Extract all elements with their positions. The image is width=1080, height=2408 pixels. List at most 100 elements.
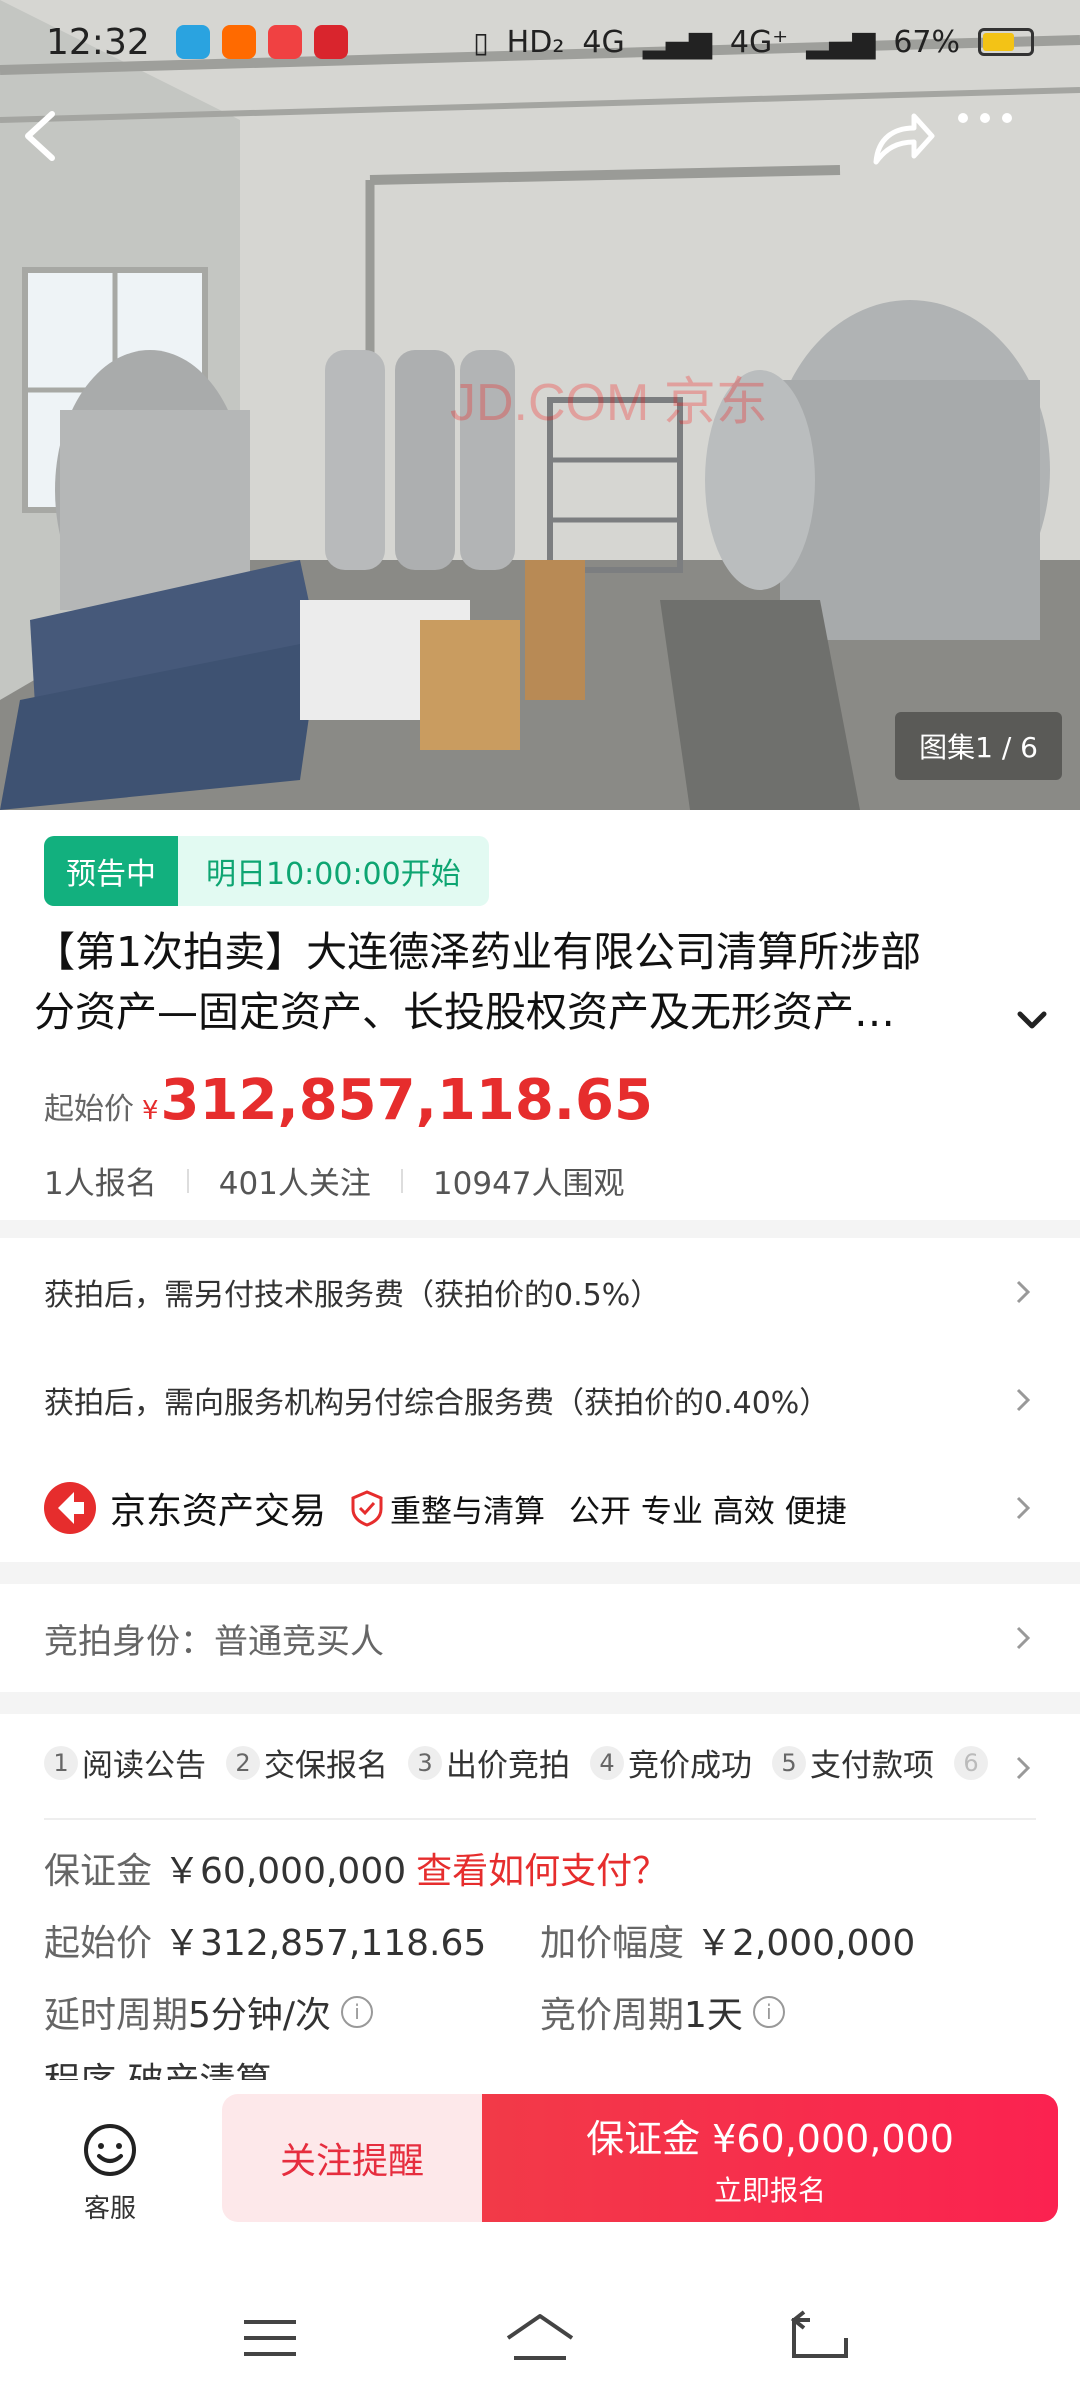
share-icon [873,113,935,165]
auction-status-tags: 预告中 明日10:00:00开始 [44,836,489,906]
telegram-icon [175,25,210,59]
increment-label: 加价幅度 [540,1923,685,1964]
cycle-label: 竞价周期 [540,1995,685,2036]
tech-fee-text: 获拍后，需另付技术服务费（获拍价的0.5%） [44,1278,661,1313]
follow-count: 401人关注 [218,1166,371,1202]
step-item: 5 支付款项 [772,1740,934,1785]
signup-label: 立即报名 [713,2173,826,2207]
step-label: 支付款项 [810,1748,934,1784]
section-gap [0,1692,1080,1714]
vibrate-icon: ▯ [473,25,489,59]
chevron-right-icon[interactable] [1012,1748,1036,1788]
deposit-field: 保证金 ￥60,000,000 查看如何支付？ [44,1842,668,1894]
platform-name: 京东资产交易 [110,1491,327,1532]
signal-icon-2: ▂▄▆ [806,24,876,60]
more-button[interactable] [955,108,1045,198]
cert-label: 重整与清算 [390,1493,546,1530]
step-number: 5 [772,1745,806,1780]
back-button[interactable] [18,108,108,198]
start-price: 起始价 ¥ 312,857,118.65 [44,1068,653,1133]
deposit-label: 保证金 [44,1851,153,1892]
chevron-down-icon[interactable] [1012,1000,1052,1040]
stat-divider [186,1168,189,1193]
platform-row[interactable]: 京东资产交易 重整与清算 公开 专业 高效 便捷 [0,1454,1080,1562]
start-price-field: 起始价 ￥312,857,118.65 [44,1914,486,1966]
increment-field: 加价幅度 ￥2,000,000 [540,1914,915,1966]
step-number: 3 [408,1745,442,1780]
step-item: 4 竞价成功 [590,1740,752,1785]
step-number: 6 [954,1745,988,1780]
chevron-right-icon [1016,1626,1031,1650]
step-number: 4 [590,1745,624,1780]
signup-button[interactable]: 保证金 ¥60,000,000 立即报名 [482,2094,1058,2222]
extend-value: 5分钟/次 [188,1995,332,2036]
extend-label: 延时周期 [44,1995,189,2036]
chevron-right-icon [1016,1496,1031,1520]
signup-deposit: 保证金 ¥60,000,000 [586,2116,954,2161]
start-price-value: ￥312,857,118.65 [164,1923,487,1964]
notification-icons [175,25,348,59]
info-icon[interactable]: i [341,1996,374,2028]
status-time: 12:32 [46,21,150,63]
step-label: 出价竞拍 [446,1748,570,1784]
back-arrow-icon [25,111,55,161]
hd-indicator: HD₂ [506,24,565,60]
price-label: 起始价 [44,1092,134,1127]
cycle-value: 1天 [684,1995,743,2036]
step-number: 1 [44,1745,78,1780]
battery-icon [978,28,1034,56]
network-2: 4G⁺ [729,24,789,60]
step-label: 阅读公告 [82,1748,206,1784]
tech-fee-row[interactable]: 获拍后，需另付技术服务费（获拍价的0.5%） [0,1238,1080,1346]
shield-check-icon [351,1490,383,1527]
how-to-pay-link[interactable]: 查看如何支付？ [416,1842,668,1894]
section-gap [0,1562,1080,1584]
platform-slogan: 公开 专业 高效 便捷 [569,1493,847,1530]
follow-reminder-button[interactable]: 关注提醒 [222,2094,482,2222]
procedure-field-partial: 程序 破产清算 [44,2054,271,2080]
auction-stats: 1人报名 401人关注 10947人围观 [44,1158,625,1203]
jd-logo-icon [58,1492,84,1524]
menu-icon[interactable] [230,2308,310,2368]
title-line-1: 【第1次拍卖】大连德泽药业有限公司清算所涉部 [34,928,922,976]
stat-divider [400,1168,403,1193]
title-line-2: 分资产—固定资产、长投股权资产及无形资产… [34,988,895,1036]
gallery-counter[interactable]: 图集1 / 6 [895,712,1062,780]
system-nav-bar [0,2270,1080,2408]
customer-service-label: 客服 [83,2194,136,2224]
divider [44,1818,1036,1820]
share-button[interactable] [868,108,958,198]
more-icon [958,113,1012,123]
price-currency: ¥ [142,1096,159,1126]
info-icon[interactable]: i [752,1996,785,2028]
service-fee-row[interactable]: 获拍后，需向服务机构另付综合服务费（获拍价的0.40%） [0,1346,1080,1454]
step-item: 3 出价竞拍 [408,1740,570,1785]
auction-steps[interactable]: 1 阅读公告 2 交保报名 3 出价竞拍 4 竞价成功 5 支付款项 6 [44,1740,1036,1785]
bidder-identity-row[interactable]: 竞拍身份：普通竞买人 [0,1584,1080,1692]
signal-icon: ▂▄▆ [642,24,712,60]
start-price-label: 起始价 [44,1923,153,1964]
signup-count: 1人报名 [44,1166,157,1202]
deposit-value: ￥60,000,000 [164,1851,407,1892]
step-item: 1 阅读公告 [44,1740,206,1785]
toutiao-icon [267,25,302,59]
status-right: ▯ HD₂ 4G ▂▄▆ 4G⁺ ▂▄▆ 67% [473,25,1034,60]
netease-icon [313,25,348,59]
back-nav-icon[interactable] [780,2308,860,2368]
section-gap [0,1220,1080,1238]
home-icon[interactable] [500,2308,580,2368]
step-label: 交保报名 [264,1748,388,1784]
bottom-action-bar: 客服 关注提醒 保证金 ¥60,000,000 立即报名 [0,2080,1080,2260]
service-fee-text: 获拍后，需向服务机构另付综合服务费（获拍价的0.40%） [44,1386,830,1421]
view-count: 10947人围观 [432,1166,625,1202]
status-tag: 预告中 [44,836,178,906]
customer-service-button[interactable]: 客服 [60,2122,160,2225]
taobao-icon [221,25,256,59]
auction-title[interactable]: 【第1次拍卖】大连德泽药业有限公司清算所涉部 分资产—固定资产、长投股权资产及无… [34,922,1024,1042]
chevron-right-icon [1016,1388,1031,1412]
bidder-identity: 竞拍身份：普通竞买人 [44,1621,384,1662]
hero-image[interactable]: JD.COM 京东 12:32 ▯ HD₂ 4G ▂▄▆ 4G⁺ ▂▄▆ 67% [0,0,1080,810]
step-item: 2 交保报名 [226,1740,388,1785]
jd-asset-logo [44,1482,96,1534]
increment-value: ￥2,000,000 [696,1923,916,1964]
